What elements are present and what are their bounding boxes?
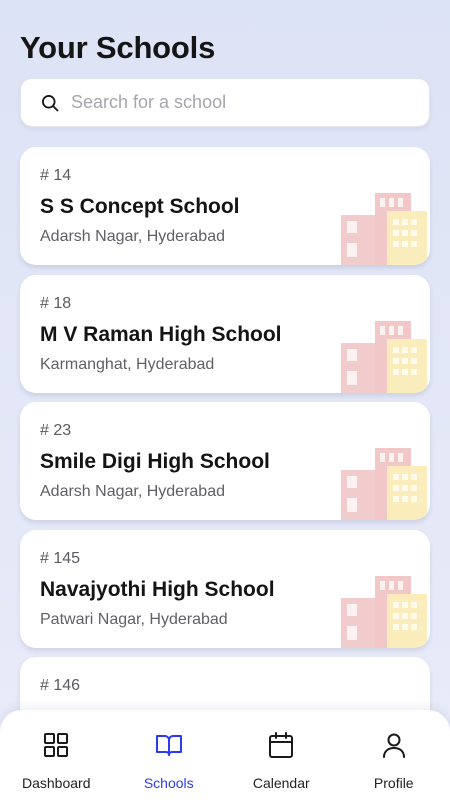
nav-item-dashboard[interactable]: Dashboard bbox=[0, 710, 113, 800]
school-name: Navajyothi High School bbox=[40, 577, 275, 601]
school-location: Patwari Nagar, Hyderabad bbox=[40, 610, 228, 628]
school-card[interactable]: # 14 S S Concept School Adarsh Nagar, Hy… bbox=[20, 147, 430, 265]
school-location: Adarsh Nagar, Hyderabad bbox=[40, 483, 225, 500]
school-number: # 145 bbox=[40, 549, 81, 567]
school-card[interactable]: # 145 Navajyothi High School Patwari Nag… bbox=[20, 529, 430, 648]
nav-label-profile: Profile bbox=[373, 775, 414, 791]
search-input[interactable] bbox=[71, 92, 391, 113]
grid-icon bbox=[44, 733, 69, 757]
school-location: Adarsh Nagar, Hyderabad bbox=[40, 228, 225, 245]
nav-item-schools[interactable]: Schools bbox=[113, 710, 226, 800]
bottom-navigation: Dashboard Schools Calendar Profile bbox=[0, 710, 450, 800]
nav-item-profile[interactable]: Profile bbox=[338, 710, 450, 800]
school-building-icon bbox=[341, 575, 427, 648]
school-number: # 146 bbox=[40, 677, 81, 694]
school-name: Smile Digi High School bbox=[40, 450, 270, 473]
nav-item-calendar[interactable]: Calendar bbox=[225, 710, 338, 800]
person-icon bbox=[382, 733, 405, 758]
nav-label-schools: Schools bbox=[143, 775, 194, 791]
school-name: M V Raman High School bbox=[40, 322, 282, 346]
school-card[interactable]: # 23 Smile Digi High School Adarsh Nagar… bbox=[20, 402, 430, 520]
school-card[interactable]: # 18 M V Raman High School Karmanghat, H… bbox=[20, 274, 430, 393]
school-name: S S Concept School bbox=[40, 195, 240, 218]
calendar-icon bbox=[269, 732, 294, 758]
search-icon bbox=[42, 94, 59, 111]
search-bar[interactable] bbox=[20, 78, 430, 127]
school-location: Karmanghat, Hyderabad bbox=[40, 355, 215, 373]
page-title: Your Schools bbox=[20, 30, 216, 65]
school-building-icon bbox=[341, 320, 427, 393]
nav-label-dashboard: Dashboard bbox=[22, 775, 91, 791]
school-number: # 23 bbox=[40, 422, 72, 439]
school-list: # 14 S S Concept School Adarsh Nagar, Hy… bbox=[20, 147, 430, 785]
book-icon bbox=[155, 735, 182, 756]
nav-label-calendar: Calendar bbox=[252, 775, 310, 791]
school-building-icon bbox=[341, 448, 427, 520]
school-number: # 14 bbox=[40, 167, 72, 184]
school-building-icon bbox=[341, 193, 427, 265]
school-number: # 18 bbox=[40, 294, 72, 312]
